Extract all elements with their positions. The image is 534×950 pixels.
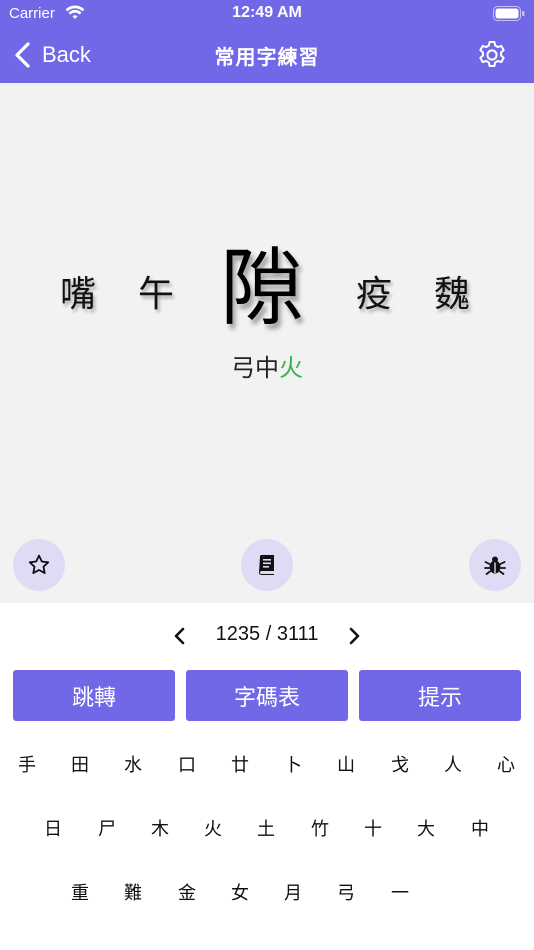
key-radical[interactable]: 弓 <box>326 872 366 912</box>
status-time: 12:49 AM <box>232 4 302 21</box>
practice-area: 嘴 午 隙 疫 魏 弓中火 <box>0 83 534 603</box>
chevron-right-icon[interactable] <box>344 626 364 646</box>
key-radical[interactable]: 火 <box>193 808 233 848</box>
star-icon <box>28 554 50 574</box>
key-radical[interactable]: 卜 <box>273 744 313 784</box>
report-bug-button[interactable] <box>469 539 521 591</box>
key-radical[interactable]: 山 <box>326 744 366 784</box>
key-radical[interactable]: 土 <box>246 808 286 848</box>
key-radical[interactable]: 木 <box>140 808 180 848</box>
control-panel: 1235 / 3111 跳轉 字碼表 提示 手 田 水 口 廿 卜 山 戈 人 … <box>0 603 534 950</box>
nav-bar: Back 常用字練習 <box>0 28 534 83</box>
key-radical[interactable]: 戈 <box>380 744 420 784</box>
key-radical[interactable]: 口 <box>167 744 207 784</box>
key-radical[interactable]: 重 <box>60 872 100 912</box>
gear-icon[interactable] <box>476 39 508 71</box>
key-radical[interactable]: 尸 <box>87 808 127 848</box>
key-radical[interactable]: 難 <box>113 872 153 912</box>
key-radical[interactable]: 水 <box>113 744 153 784</box>
key-radical[interactable]: 人 <box>433 744 473 784</box>
pager: 1235 / 3111 <box>0 621 534 651</box>
key-radical[interactable]: 女 <box>220 872 260 912</box>
jump-button[interactable]: 跳轉 <box>13 670 175 721</box>
code-table-button[interactable]: 字碼表 <box>186 670 348 721</box>
book-icon <box>259 555 274 575</box>
key-radical[interactable]: 十 <box>353 808 393 848</box>
key-radical[interactable]: 大 <box>406 808 446 848</box>
code-radical-current: 火 <box>279 354 303 382</box>
next-char-1: 疫 <box>356 274 393 315</box>
dictionary-button[interactable] <box>241 539 293 591</box>
battery-icon <box>493 6 525 21</box>
input-code: 弓中火 <box>0 348 534 383</box>
key-radical[interactable]: 金 <box>167 872 207 912</box>
key-radical[interactable]: 手 <box>7 744 47 784</box>
next-char-2: 魏 <box>434 274 471 315</box>
key-radical[interactable]: 一 <box>380 872 420 912</box>
current-char: 隙 <box>220 239 305 337</box>
page-counter: 1235 / 3111 <box>215 623 319 645</box>
code-radical: 中 <box>255 354 279 382</box>
favorite-button[interactable] <box>13 539 65 591</box>
top-bar: Carrier 12:49 AM Back 常用字練習 <box>0 0 534 83</box>
code-radical: 弓 <box>231 354 255 382</box>
key-radical[interactable]: 心 <box>486 744 526 784</box>
key-radical[interactable]: 竹 <box>300 808 340 848</box>
character-sequence: 嘴 午 隙 疫 魏 <box>0 213 534 337</box>
status-bar: Carrier 12:49 AM <box>0 0 534 28</box>
key-radical[interactable]: 田 <box>60 744 100 784</box>
hint-button[interactable]: 提示 <box>359 670 521 721</box>
previous-char-2: 午 <box>138 274 175 315</box>
previous-char-1: 嘴 <box>60 274 97 315</box>
bug-icon <box>484 556 506 575</box>
key-radical[interactable]: 廿 <box>220 744 260 784</box>
key-radical[interactable]: 日 <box>33 808 73 848</box>
page-title: 常用字練習 <box>214 45 320 69</box>
key-radical[interactable]: 月 <box>273 872 313 912</box>
key-radical[interactable]: 中 <box>460 808 500 848</box>
